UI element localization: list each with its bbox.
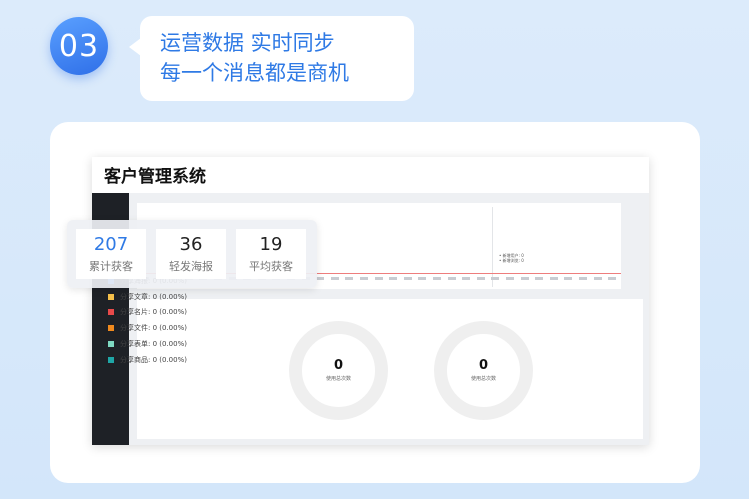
axis-tick — [345, 277, 354, 280]
axis-tick — [462, 277, 471, 280]
headline-line-2: 每一个消息都是商机 — [160, 61, 349, 85]
axis-tick — [506, 277, 514, 280]
legend-label: 分享商品: 0 (0.00%) — [120, 355, 187, 364]
axis-tick — [389, 277, 398, 280]
axis-tick — [447, 277, 456, 280]
legend-label: 分享表单: 0 (0.00%) — [120, 340, 187, 349]
legend-swatch — [108, 325, 114, 332]
speech-bubble: 运营数据 实时同步 每一个消息都是商机 — [140, 16, 414, 101]
axis-tick — [374, 277, 383, 280]
crm-header: 客户管理系统 — [92, 157, 649, 193]
chart-tooltip: • 新增用户: 0 • 新增浏览: 0 — [499, 253, 524, 263]
chart-hover-line — [492, 207, 493, 287]
legend-label: 分享名片: 0 (0.00%) — [120, 308, 187, 317]
step-number-badge: 03 — [50, 17, 108, 75]
axis-tick — [520, 277, 529, 280]
share-stats-panel — [137, 299, 643, 439]
axis-tick — [316, 277, 325, 280]
usage-donut-chart: 0 使用总次数 — [434, 321, 533, 420]
legend-item: 分享表单: 0 (0.00%) — [108, 336, 187, 352]
stat-value: 36 — [179, 234, 203, 255]
axis-tick — [360, 277, 368, 280]
legend-item: 分享文件: 0 (0.00%) — [108, 320, 187, 336]
donut-label: 使用总次数 — [325, 376, 351, 382]
stat-value: 207 — [93, 234, 129, 255]
donut-value: 0 — [333, 358, 344, 373]
stat-value: 19 — [259, 234, 283, 255]
stat-label: 平均获客 — [249, 260, 293, 273]
stat-posters: 36 轻发海报 — [156, 229, 226, 279]
legend-label: 分享文章: 0 (0.00%) — [120, 292, 187, 301]
legend-label: 分享文件: 0 (0.00%) — [120, 324, 187, 333]
headline-line-1: 运营数据 实时同步 — [160, 31, 335, 55]
axis-tick — [476, 277, 485, 280]
legend-item: 分享商品: 0 (0.00%) — [108, 352, 187, 368]
axis-tick — [608, 277, 617, 280]
tooltip-line-2: • 新增浏览: 0 — [499, 258, 524, 263]
legend-item: 分享文章: 0 (0.00%) — [108, 289, 187, 305]
usage-donut-chart: 0 使用总次数 — [289, 321, 388, 420]
legend-item: 分享名片: 0 (0.00%) — [108, 305, 187, 321]
axis-tick — [403, 277, 412, 280]
legend-swatch — [108, 341, 114, 348]
stats-overlay: 207 累计获客 36 轻发海报 19 平均获客 — [67, 220, 317, 288]
crm-screenshot: 客户管理系统 • 新增用户: 0 • 新增浏览: 0 分享海报: 0 (0.00… — [92, 157, 649, 445]
stat-average-customers: 19 平均获客 — [236, 229, 306, 279]
stat-label: 累计获客 — [89, 260, 133, 273]
donut-label: 使用总次数 — [470, 376, 496, 382]
crm-title: 客户管理系统 — [104, 167, 206, 187]
axis-tick — [579, 277, 587, 280]
axis-tick — [491, 277, 500, 280]
axis-tick — [418, 277, 427, 280]
axis-tick — [564, 277, 573, 280]
legend-swatch — [108, 293, 114, 300]
axis-tick — [593, 277, 602, 280]
legend-swatch — [108, 356, 114, 363]
axis-tick — [535, 277, 544, 280]
stat-label: 轻发海报 — [169, 260, 213, 273]
stat-total-customers: 207 累计获客 — [76, 229, 146, 279]
axis-tick — [330, 277, 339, 280]
donut-value: 0 — [478, 358, 489, 373]
axis-tick — [549, 277, 558, 280]
axis-tick — [433, 277, 441, 280]
legend-swatch — [108, 309, 114, 316]
